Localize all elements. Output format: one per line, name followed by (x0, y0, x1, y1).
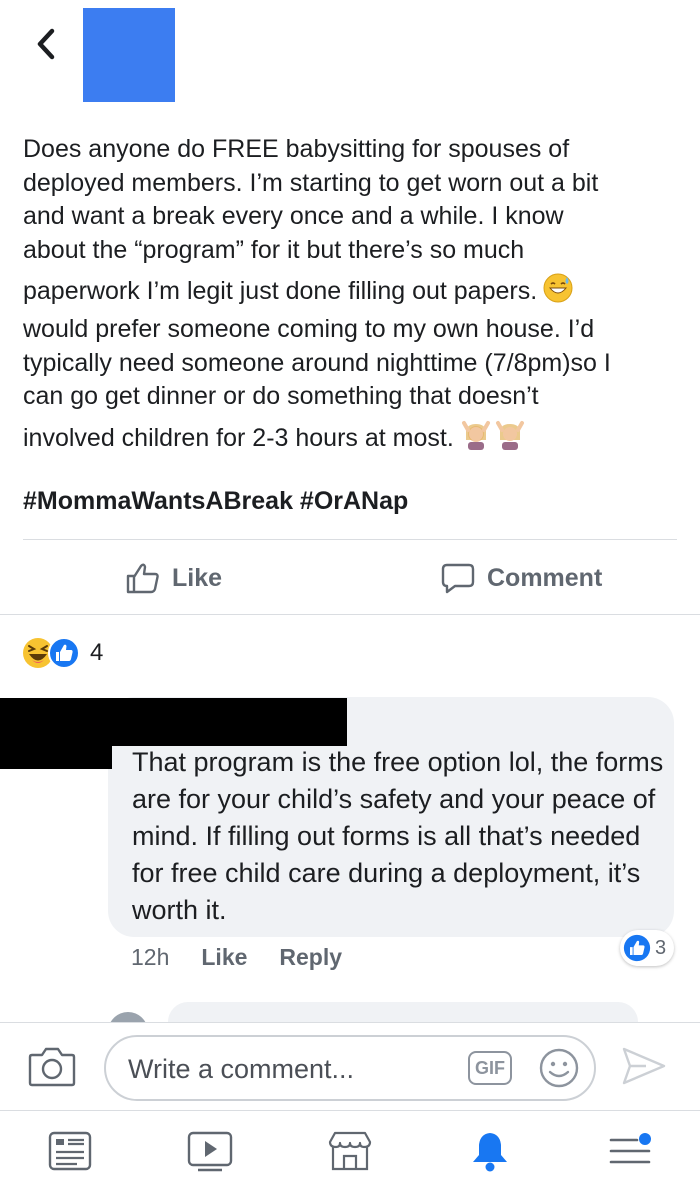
camera-icon (28, 1047, 76, 1087)
bottom-tab-bar (0, 1110, 700, 1184)
like-reaction-icon (48, 637, 80, 669)
like-button[interactable]: Like (126, 562, 222, 594)
post-line: paperwork I’m legit just done filling ou… (23, 273, 663, 313)
comment-bubble-icon (441, 563, 475, 594)
post-action-bar: Like Comment (0, 540, 700, 614)
post-hashtags[interactable]: #MommaWantsABreak #OrANap (23, 487, 408, 516)
comment-like-badge[interactable]: 3 (620, 930, 675, 966)
redacted-commenter-avatar (0, 745, 112, 769)
bell-icon (473, 1133, 507, 1172)
camera-button[interactable] (28, 1045, 76, 1092)
post-line: involved children for 2-3 hours at most. (23, 420, 663, 460)
comment-label: Comment (487, 563, 603, 592)
grinning-sweat-emoji-icon (543, 273, 573, 313)
redacted-commenter-name (0, 698, 347, 746)
tab-marketplace[interactable] (326, 1129, 374, 1173)
post-line: deployed members. I’m starting to get wo… (23, 168, 599, 197)
post-line: can go get dinner or do something that d… (23, 382, 539, 411)
comment-timestamp: 12h (131, 944, 170, 970)
post-line: would prefer someone coming to my own ho… (23, 314, 595, 343)
news-feed-icon (48, 1131, 92, 1171)
send-button[interactable] (620, 1045, 668, 1092)
post-line: about the “program” for it but there’s s… (23, 235, 525, 264)
post-text: Does anyone do FREE babysitting for spou… (23, 133, 663, 459)
avatar (108, 1012, 148, 1022)
smiley-icon (539, 1048, 579, 1088)
comment-composer: Write a comment... GIF (0, 1022, 700, 1110)
marketplace-shop-icon (328, 1131, 372, 1171)
comment-like-count: 3 (655, 936, 667, 959)
woman-raising-hands-emoji-icon (460, 420, 492, 460)
tab-watch[interactable] (186, 1129, 234, 1173)
sticker-button[interactable] (538, 1047, 580, 1094)
comment-button[interactable]: Comment (441, 562, 602, 594)
post-line-text: involved children for 2-3 hours at most. (23, 423, 454, 452)
thumbs-up-icon (126, 563, 159, 594)
comment-placeholder: Write a comment... (128, 1054, 355, 1084)
comment-bubble (168, 1002, 638, 1022)
reaction-count: 4 (90, 639, 104, 666)
post-line: Does anyone do FREE babysitting for spou… (23, 135, 570, 163)
next-comment-partial (108, 1000, 648, 1022)
comment-like-link[interactable]: Like (201, 944, 247, 971)
post-line-text: paperwork I’m legit just done filling ou… (23, 277, 538, 306)
comment-meta: 12h Like Reply (131, 944, 374, 971)
post-header (0, 0, 700, 110)
like-label: Like (172, 563, 223, 592)
back-button[interactable] (26, 24, 66, 64)
post-line: typically need someone around nighttime … (23, 348, 611, 377)
reaction-summary[interactable]: 4 (22, 636, 103, 670)
gif-button[interactable]: GIF (468, 1051, 512, 1085)
like-reaction-icon (623, 934, 651, 962)
divider (0, 614, 700, 615)
video-play-icon (187, 1131, 233, 1172)
comment-reply-link[interactable]: Reply (279, 944, 342, 971)
tab-news-feed[interactable] (46, 1129, 94, 1173)
woman-raising-hands-emoji-icon (494, 420, 526, 460)
redacted-avatar (83, 8, 175, 102)
hamburger-menu-icon (609, 1133, 651, 1164)
comment-text: That program is the free option lol, the… (132, 747, 664, 925)
send-icon (622, 1047, 666, 1085)
tab-notifications[interactable] (466, 1129, 514, 1173)
chevron-left-icon (37, 28, 55, 60)
comment-input[interactable]: Write a comment... GIF (104, 1035, 596, 1101)
tab-menu[interactable] (606, 1129, 654, 1173)
post-line: and want a break every once and a while.… (23, 202, 564, 231)
